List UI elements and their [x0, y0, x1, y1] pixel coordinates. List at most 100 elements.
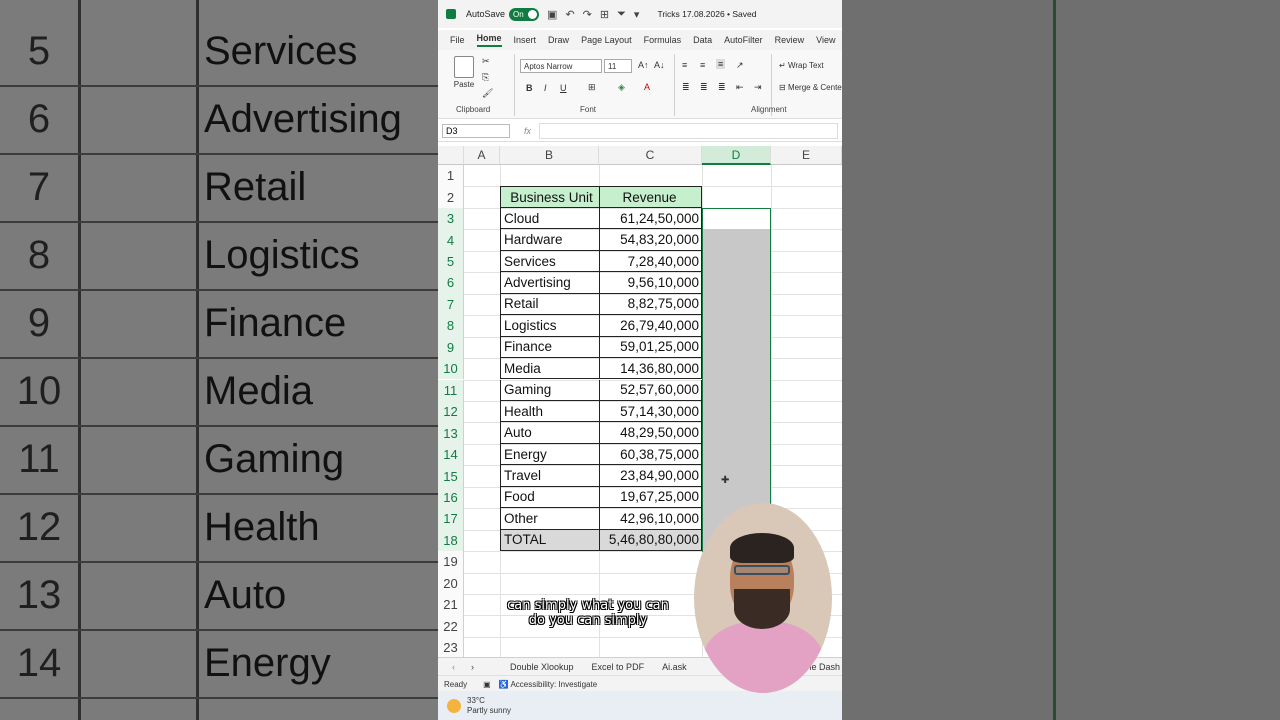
form-icon[interactable]: ⊞	[600, 8, 609, 21]
table-cell-revenue[interactable]: 48,29,50,000	[599, 422, 702, 444]
table-cell-revenue[interactable]: 19,67,25,000	[599, 486, 702, 509]
table-cell-revenue[interactable]: 7,28,40,000	[599, 250, 702, 273]
tab-page-layout[interactable]: Page Layout	[581, 35, 632, 45]
name-box[interactable]: D3	[442, 124, 510, 138]
table-cell-revenue[interactable]: 23,84,90,000	[599, 465, 702, 487]
row-header[interactable]: 23	[438, 636, 464, 659]
table-header-business-unit[interactable]: Business Unit	[500, 186, 599, 208]
orientation-icon[interactable]: ↗	[736, 60, 744, 71]
table-cell-business-unit[interactable]: Finance	[500, 336, 599, 359]
align-right-icon[interactable]: ≣	[718, 82, 726, 93]
row-header[interactable]: 22	[438, 615, 464, 637]
table-cell-revenue[interactable]: 8,82,75,000	[599, 293, 702, 316]
customize-icon[interactable]: ▾	[634, 8, 640, 21]
sheet-tab[interactable]: Excel to PDF	[592, 662, 645, 672]
formula-input[interactable]	[539, 123, 838, 139]
sheet-tab[interactable]: Ai.ask	[662, 662, 687, 672]
merge-center-button[interactable]: ⊟ Merge & Center	[779, 83, 842, 92]
tab-formulas[interactable]: Formulas	[644, 35, 682, 45]
italic-icon[interactable]: I	[544, 83, 547, 93]
row-header[interactable]: 6	[438, 272, 464, 294]
align-left-icon[interactable]: ≣	[682, 82, 690, 93]
paste-button[interactable]: Paste	[450, 56, 478, 89]
tab-autofilter[interactable]: AutoFilter	[724, 35, 763, 45]
table-cell-business-unit[interactable]: Health	[500, 400, 599, 423]
table-header-revenue[interactable]: Revenue	[599, 186, 702, 208]
redo-icon[interactable]: ↷	[583, 8, 592, 21]
row-header[interactable]: 13	[438, 422, 464, 444]
font-name-select[interactable]: Aptos Narrow	[520, 59, 602, 73]
table-cell-business-unit[interactable]: Other	[500, 508, 599, 530]
prev-sheet-icon[interactable]: ‹	[452, 662, 455, 672]
align-center-icon[interactable]: ≣	[700, 82, 708, 93]
wrap-text-button[interactable]: ↵ Wrap Text	[779, 61, 824, 70]
increase-font-icon[interactable]: A↑	[638, 60, 649, 70]
filter-icon[interactable]: ⏷	[617, 8, 626, 21]
column-header-b[interactable]: B	[500, 146, 599, 165]
table-cell-business-unit[interactable]: Media	[500, 358, 599, 380]
save-icon[interactable]: ▣	[547, 8, 557, 21]
table-cell-business-unit[interactable]: Energy	[500, 443, 599, 466]
tab-file[interactable]: File	[450, 35, 465, 45]
next-sheet-icon[interactable]: ›	[471, 662, 474, 672]
decrease-font-icon[interactable]: A↓	[654, 60, 665, 70]
table-cell-revenue[interactable]: 59,01,25,000	[599, 336, 702, 359]
row-header[interactable]: 14	[438, 443, 464, 466]
sheet-tab[interactable]: Double Xlookup	[510, 662, 574, 672]
row-header[interactable]: 4	[438, 229, 464, 251]
row-header[interactable]: 17	[438, 508, 464, 530]
macro-record-icon[interactable]: ▣	[483, 680, 491, 689]
table-cell-revenue[interactable]: 26,79,40,000	[599, 315, 702, 337]
total-value-cell[interactable]: 5,46,80,80,000	[599, 529, 702, 552]
align-bottom-icon[interactable]: ≡	[716, 59, 726, 69]
autosave-toggle[interactable]: On	[509, 7, 540, 21]
table-cell-revenue[interactable]: 14,36,80,000	[599, 358, 702, 380]
row-header[interactable]: 10	[438, 358, 464, 380]
fill-color-icon[interactable]: ◈	[618, 82, 625, 93]
tab-data[interactable]: Data	[693, 35, 712, 45]
tab-home[interactable]: Home	[476, 33, 502, 47]
table-cell-business-unit[interactable]: Hardware	[500, 229, 599, 251]
row-header[interactable]: 19	[438, 551, 464, 573]
table-cell-business-unit[interactable]: Auto	[500, 422, 599, 444]
table-cell-business-unit[interactable]: Gaming	[500, 379, 599, 401]
document-title[interactable]: Tricks 17.08.2026 • Saved	[657, 9, 756, 19]
table-cell-revenue[interactable]: 61,24,50,000	[599, 207, 702, 230]
align-middle-icon[interactable]: ≡	[700, 60, 705, 70]
table-cell-revenue[interactable]: 60,38,75,000	[599, 443, 702, 466]
select-all-corner[interactable]	[438, 146, 464, 165]
tab-view[interactable]: View	[816, 35, 835, 45]
fx-icon[interactable]: fx	[524, 126, 531, 136]
table-cell-revenue[interactable]: 42,96,10,000	[599, 508, 702, 530]
row-header[interactable]: 2	[438, 186, 464, 208]
row-header[interactable]: 11	[438, 379, 464, 401]
weather-widget[interactable]: 33°C Partly sunny	[467, 696, 511, 716]
row-header[interactable]: 16	[438, 486, 464, 509]
row-header[interactable]: 20	[438, 572, 464, 594]
tab-review[interactable]: Review	[775, 35, 805, 45]
row-header[interactable]: 3	[438, 207, 464, 230]
tab-draw[interactable]: Draw	[548, 35, 569, 45]
copy-icon[interactable]: ⎘	[482, 72, 489, 83]
bold-icon[interactable]: B	[526, 83, 533, 93]
row-header[interactable]: 1	[438, 165, 464, 187]
font-color-icon[interactable]: A	[644, 82, 650, 92]
row-header[interactable]: 5	[438, 250, 464, 273]
column-header-c[interactable]: C	[599, 146, 702, 165]
row-header[interactable]: 9	[438, 336, 464, 359]
accessibility-status[interactable]: ♿ Accessibility: Investigate	[499, 680, 597, 689]
increase-indent-icon[interactable]: ⇥	[754, 82, 762, 93]
table-cell-business-unit[interactable]: Logistics	[500, 315, 599, 337]
row-header[interactable]: 15	[438, 465, 464, 487]
table-cell-business-unit[interactable]: Services	[500, 250, 599, 273]
row-header[interactable]: 12	[438, 400, 464, 423]
align-top-icon[interactable]: ≡	[682, 60, 687, 70]
column-header-e[interactable]: E	[771, 146, 842, 165]
total-label-cell[interactable]: TOTAL	[500, 529, 599, 552]
table-cell-business-unit[interactable]: Travel	[500, 465, 599, 487]
decrease-indent-icon[interactable]: ⇤	[736, 82, 744, 93]
table-cell-business-unit[interactable]: Cloud	[500, 207, 599, 230]
underline-icon[interactable]: U	[560, 83, 567, 93]
row-header[interactable]: 18	[438, 529, 464, 552]
tab-insert[interactable]: Insert	[514, 35, 537, 45]
